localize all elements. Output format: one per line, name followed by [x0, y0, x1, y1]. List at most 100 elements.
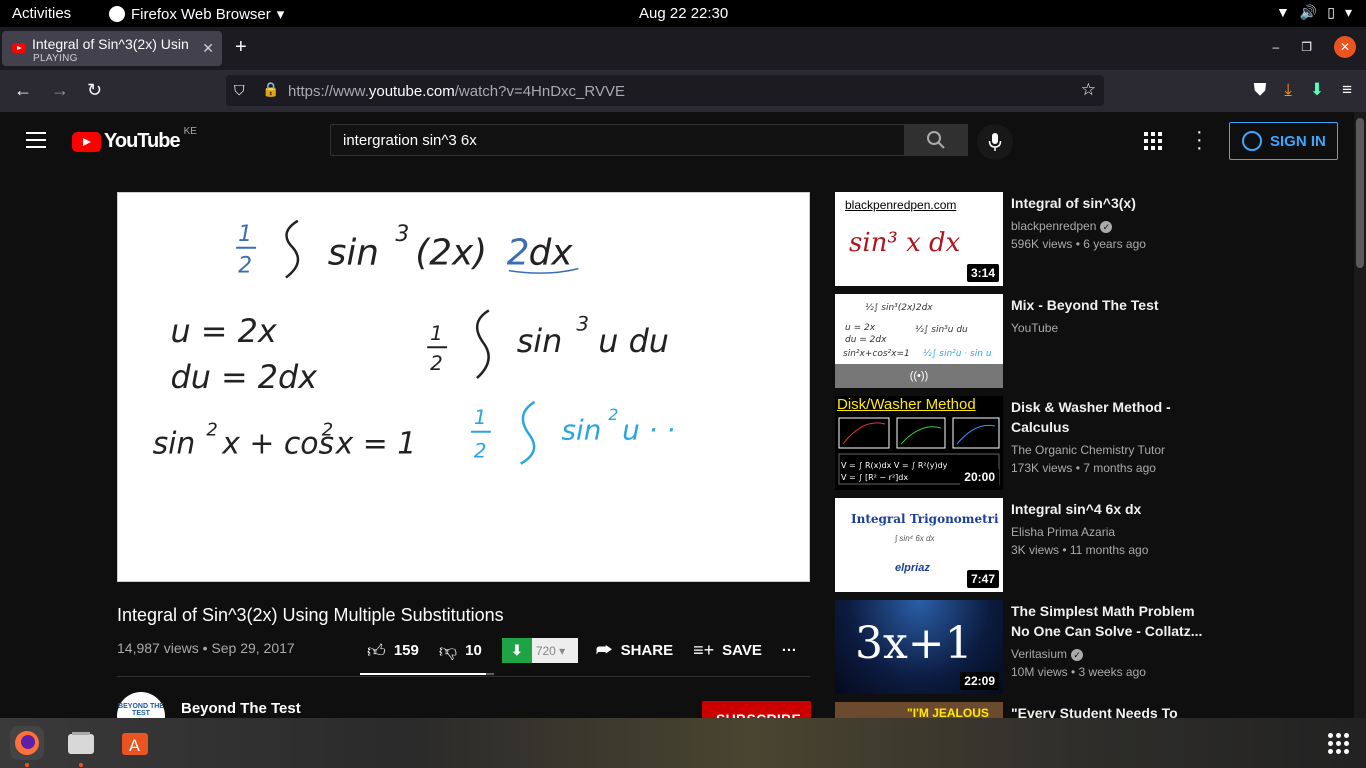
- svg-text:x = 1: x = 1: [335, 427, 417, 462]
- download-arrow-icon[interactable]: ⬇: [501, 638, 532, 663]
- thumbnail-formula: sin³ x dx: [849, 228, 961, 258]
- verified-check-icon: ✓: [1071, 649, 1084, 661]
- bookmark-star-icon[interactable]: ☆: [1081, 80, 1096, 100]
- video-thumbnail[interactable]: 3x+1 22:09: [835, 600, 1003, 694]
- svg-text:du = 2dx: du = 2dx: [845, 335, 887, 345]
- ubuntu-software-icon: A: [122, 733, 148, 755]
- show-applications-icon[interactable]: [1328, 733, 1349, 754]
- like-button[interactable]: 👍︎ 159: [367, 640, 419, 662]
- address-bar[interactable]: ⛉ 🔒 https://www.youtube.com/watch?v=4HnD…: [226, 75, 1104, 106]
- close-window-icon[interactable]: ✕: [1334, 36, 1356, 58]
- new-tab-button[interactable]: +: [235, 36, 247, 59]
- video-thumbnail[interactable]: ½∫ sin³(2x)2dx u = 2x ½∫ sin³u du du = 2…: [835, 294, 1003, 388]
- clock[interactable]: Aug 22 22:30: [639, 5, 728, 22]
- thumbnail-text: blackpenredpen.com: [845, 198, 957, 212]
- microphone-icon: [988, 133, 1002, 151]
- quality-select[interactable]: 720 ▾: [531, 638, 578, 663]
- extension-download-icon[interactable]: ⬇: [1310, 80, 1324, 100]
- youtube-apps-icon[interactable]: [1144, 132, 1162, 150]
- svg-text:1: 1: [238, 222, 252, 247]
- browser-tab-active[interactable]: Integral of Sin^3(2x) Usin PLAYING ✕: [2, 31, 222, 66]
- search-input[interactable]: intergration sin^3 6x: [330, 124, 905, 156]
- activities-button[interactable]: Activities: [12, 5, 71, 22]
- related-video[interactable]: Disk/Washer Method V = ∫ R(x)dx V = ∫ R²…: [835, 396, 1335, 490]
- svg-text:2: 2: [322, 420, 333, 441]
- svg-text:1: 1: [430, 322, 443, 345]
- lock-icon[interactable]: 🔒: [262, 81, 279, 98]
- video-player[interactable]: 1 2 sin 3 (2x) 2 dx u = 2x du = 2dx 1 2 …: [117, 192, 810, 582]
- firefox-app-icon: [109, 6, 125, 22]
- thumbnail-text: 3x+1: [855, 618, 973, 669]
- video-thumbnail[interactable]: Disk/Washer Method V = ∫ R(x)dx V = ∫ R²…: [835, 396, 1003, 490]
- video-thumbnail[interactable]: "I'M JEALOUS: [835, 702, 1003, 718]
- svg-text:2: 2: [206, 420, 217, 441]
- share-button[interactable]: ⮫ SHARE: [596, 640, 673, 661]
- related-video-stats: 596K views • 6 years ago: [1011, 237, 1146, 251]
- thumbnail-text: Disk/Washer Method: [837, 396, 976, 413]
- related-video[interactable]: blackpenredpen.com sin³ x dx 3:14 Integr…: [835, 192, 1335, 286]
- video-thumbnail[interactable]: blackpenredpen.com sin³ x dx 3:14: [835, 192, 1003, 286]
- svg-text:2: 2: [474, 440, 487, 463]
- pocket-icon[interactable]: ⛊: [1254, 80, 1267, 100]
- back-arrow-icon[interactable]: ←: [14, 80, 32, 101]
- firefox-icon: [15, 731, 39, 755]
- hamburger-menu-icon[interactable]: ≡: [1342, 80, 1352, 100]
- downloads-icon[interactable]: ⤓: [1284, 80, 1292, 100]
- search-button[interactable]: [904, 124, 968, 156]
- gnome-top-bar: Activities Firefox Web Browser ▾ Aug 22 …: [0, 0, 1366, 27]
- restore-icon[interactable]: ❐: [1301, 40, 1312, 54]
- video-thumbnail[interactable]: Integral Trigonometri ∫ sin⁴ 6x dx elpri…: [835, 498, 1003, 592]
- guide-menu-icon[interactable]: [26, 132, 46, 148]
- thumbs-down-icon: 👎︎: [438, 640, 458, 661]
- dislike-button[interactable]: 👎︎ 10: [439, 640, 482, 662]
- files-dock-icon[interactable]: [64, 726, 98, 760]
- tracking-shield-icon[interactable]: ⛉: [234, 82, 245, 99]
- svg-text:2: 2: [507, 233, 530, 274]
- more-actions-icon[interactable]: ···: [782, 642, 797, 659]
- related-video[interactable]: "I'M JEALOUS "Every Student Needs To: [835, 702, 1335, 718]
- url-text[interactable]: https://www.youtube.com/watch?v=4HnDxc_R…: [288, 83, 625, 100]
- save-button[interactable]: ≡+ SAVE: [693, 640, 762, 661]
- thumbs-up-icon: 👍︎: [367, 640, 386, 661]
- verified-check-icon: ✓: [1100, 221, 1113, 233]
- minimize-icon[interactable]: –: [1273, 40, 1280, 54]
- app-menu[interactable]: Firefox Web Browser ▾: [109, 5, 284, 23]
- sign-in-button[interactable]: SIGN IN: [1229, 122, 1338, 160]
- settings-kebab-icon[interactable]: · · ·: [1196, 122, 1203, 158]
- thumbnail-watermark: elpriaz: [895, 562, 930, 574]
- related-mix[interactable]: ½∫ sin³(2x)2dx u = 2x ½∫ sin³u du du = 2…: [835, 294, 1335, 388]
- thumbnail-text: Integral Trigonometri: [851, 512, 999, 526]
- firefox-dock-icon[interactable]: [10, 726, 44, 760]
- svg-text:V = ∫ [R² − r²]dx: V = ∫ [R² − r²]dx: [841, 473, 908, 482]
- window-controls: – ❐ ✕: [1273, 36, 1356, 58]
- channel-name[interactable]: Beyond The Test: [181, 700, 301, 717]
- like-dislike-ratio-bar: [360, 673, 494, 675]
- user-avatar-icon: [1242, 131, 1262, 151]
- forward-arrow-icon[interactable]: →: [51, 80, 69, 101]
- chevron-down-icon: ▾: [1344, 4, 1352, 20]
- svg-text:sin: sin: [153, 427, 196, 462]
- download-extension-widget[interactable]: ⬇ 720 ▾: [501, 638, 578, 663]
- video-duration: 7:47: [966, 570, 999, 588]
- svg-text:u du: u du: [598, 322, 669, 360]
- youtube-favicon-icon: [12, 43, 26, 53]
- svg-text:1: 1: [474, 406, 487, 429]
- related-video-title: The Simplest Math Problem No One Can Sol…: [1011, 603, 1203, 639]
- related-video[interactable]: Integral Trigonometri ∫ sin⁴ 6x dx elpri…: [835, 498, 1335, 592]
- voice-search-button[interactable]: [977, 124, 1013, 160]
- youtube-logo[interactable]: YouTube KE: [72, 126, 197, 153]
- svg-text:(2x): (2x): [415, 233, 487, 274]
- svg-text:½∫ sin²u · sin u: ½∫ sin²u · sin u: [923, 349, 992, 359]
- svg-text:2: 2: [238, 254, 252, 279]
- related-video-stats: 173K views • 7 months ago: [1011, 461, 1156, 475]
- related-video-channel: The Organic Chemistry Tutor: [1011, 443, 1166, 457]
- scrollbar-thumb[interactable]: [1356, 118, 1364, 268]
- software-dock-icon[interactable]: A: [118, 726, 152, 760]
- reload-icon[interactable]: ↻: [87, 80, 102, 101]
- page-scrollbar[interactable]: [1354, 112, 1366, 718]
- related-video[interactable]: 3x+1 22:09 The Simplest Math Problem No …: [835, 600, 1335, 694]
- related-video-title: Mix - Beyond The Test: [1011, 297, 1159, 313]
- close-tab-icon[interactable]: ✕: [202, 40, 214, 57]
- system-menu[interactable]: ▼ 🔊 ▯ ▾: [1276, 4, 1352, 21]
- app-menu-label: Firefox Web Browser: [131, 5, 271, 23]
